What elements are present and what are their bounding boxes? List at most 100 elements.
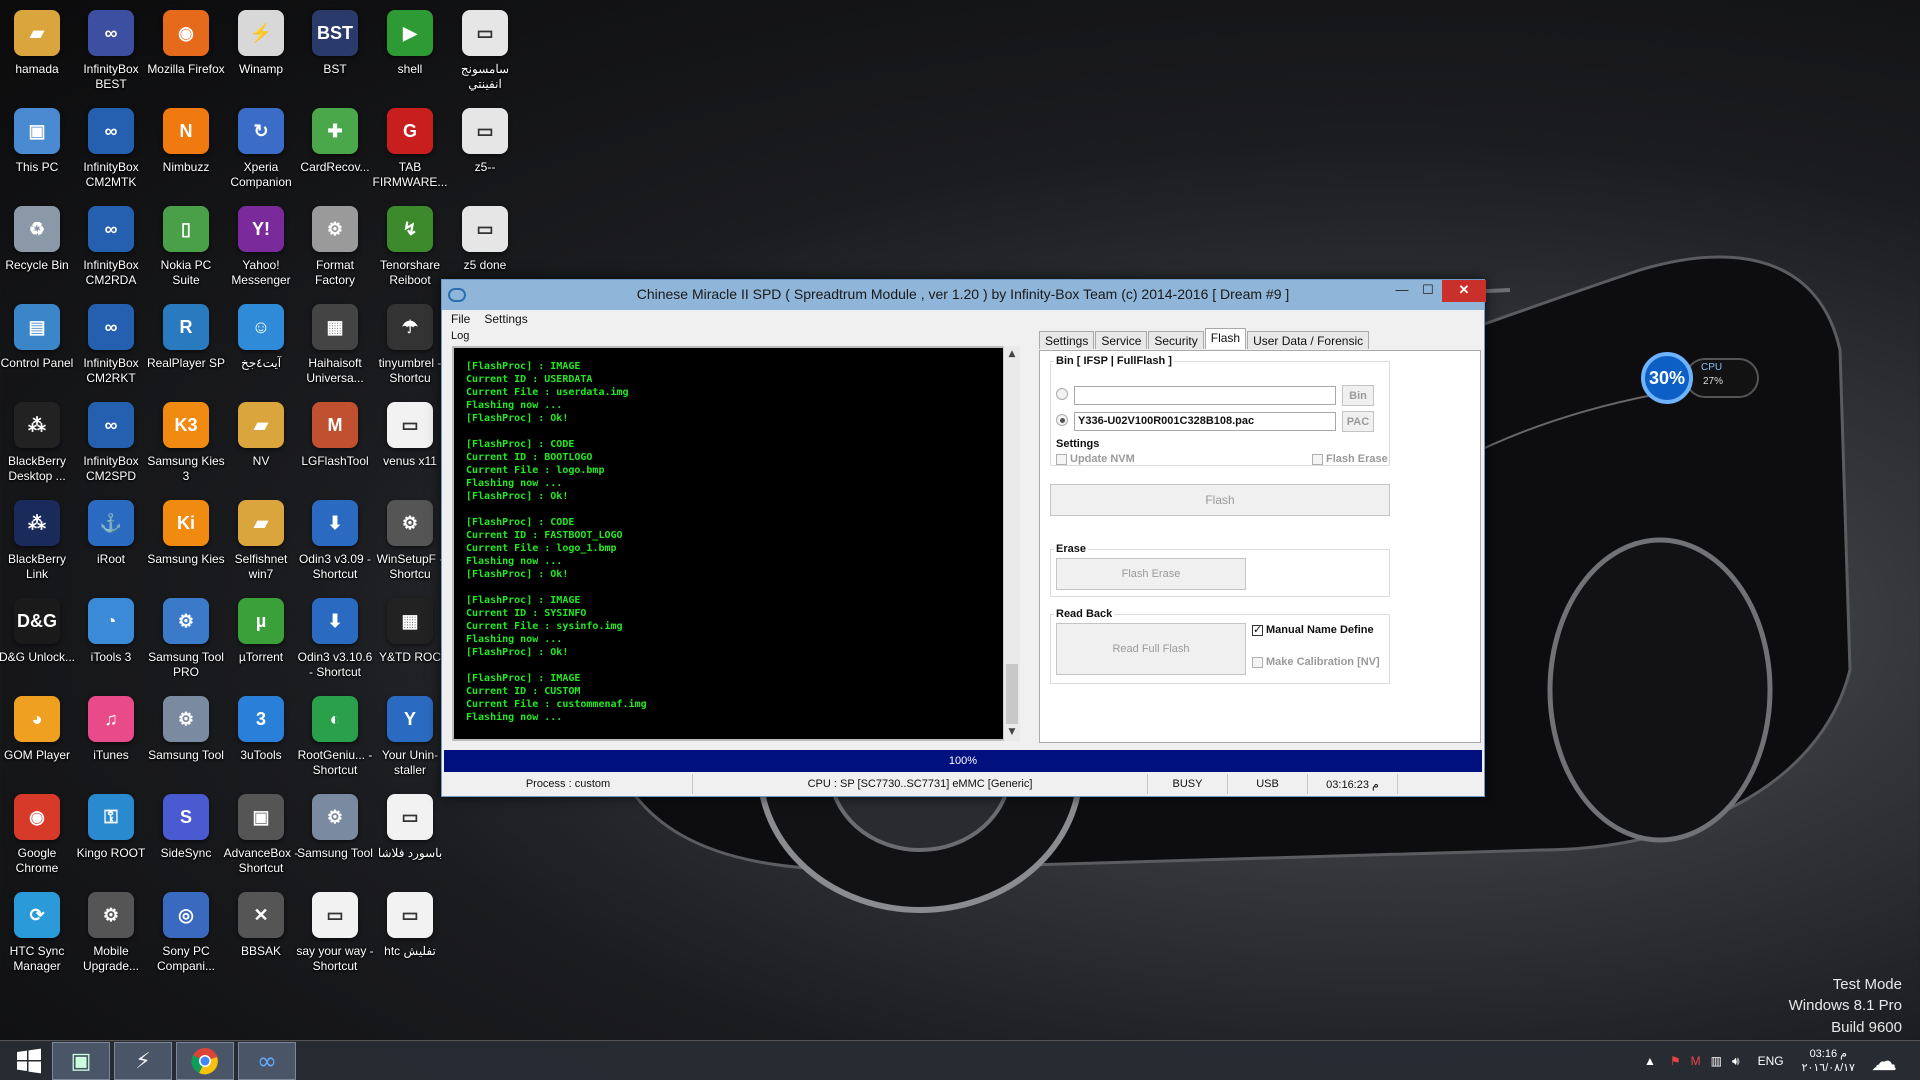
taskbar-tool-app[interactable]: ▣ <box>52 1042 110 1080</box>
desktop-icon[interactable]: ∞ InfinityBox CM2RKT <box>74 296 148 394</box>
tray-clock[interactable]: 03:16 م ٢٠١٦/٠٨/١٧ <box>1802 1047 1855 1075</box>
tray-language[interactable]: ENG <box>1758 1054 1784 1068</box>
desktop-icon[interactable]: ⚙ Samsung Tool PRO <box>148 590 224 688</box>
desktop-icon[interactable]: ⚙ Mobile Upgrade... <box>74 884 148 982</box>
desktop-icon[interactable]: ▦ Haihaisoft Universa... <box>298 296 372 394</box>
desktop-icon[interactable]: D&G D&G Unlock... <box>0 590 75 688</box>
desktop-icon[interactable]: Ki Samsung Kies <box>147 492 225 590</box>
tray-network-icon[interactable]: ▥ <box>1711 1054 1722 1068</box>
desktop-icon[interactable]: ▶ shell <box>373 2 447 100</box>
bin-path-field[interactable] <box>1074 386 1336 405</box>
maximize-button[interactable]: ☐ <box>1414 280 1442 302</box>
desktop-icon[interactable]: ▦ Y&TD ROC <box>373 590 447 688</box>
start-button[interactable] <box>0 1042 58 1080</box>
desktop-icon[interactable]: Y Your Unin-staller <box>373 688 447 786</box>
desktop-icon[interactable]: ∞ InfinityBox BEST <box>74 2 148 100</box>
scroll-thumb[interactable] <box>1006 664 1018 724</box>
desktop-icon[interactable]: BST BST <box>298 2 372 100</box>
flash-erase-checkbox[interactable] <box>1312 454 1323 465</box>
taskbar-chrome-app[interactable] <box>176 1042 234 1080</box>
desktop-icon[interactable]: ✕ BBSAK <box>224 884 298 982</box>
tab-user-data[interactable]: User Data / Forensic <box>1247 331 1370 349</box>
weather-cloud-icon[interactable]: ☁ <box>1871 1046 1897 1077</box>
scroll-down-icon[interactable]: ▼ <box>1004 724 1020 741</box>
desktop-icon[interactable]: N Nimbuzz <box>149 100 223 198</box>
desktop-icon[interactable]: ▭ باسورد فلاشا <box>373 786 447 884</box>
desktop-icon[interactable]: ▤ Control Panel <box>0 296 74 394</box>
desktop-icon[interactable]: ⚙ Samsung Tool <box>297 786 373 884</box>
desktop-icon[interactable]: ♫ iTunes <box>74 688 148 786</box>
desktop-icon[interactable]: ◔ iTools 3 <box>74 590 148 688</box>
tab-service[interactable]: Service <box>1095 331 1148 349</box>
pac-button[interactable]: PAC <box>1342 411 1374 432</box>
desktop-icon[interactable]: ▣ This PC <box>0 100 74 198</box>
desktop-icon[interactable]: ▰ NV <box>224 394 298 492</box>
tray-expand-icon[interactable]: ▲ <box>1644 1054 1656 1068</box>
desktop-icon[interactable]: ∞ InfinityBox CM2RDA <box>74 198 148 296</box>
desktop-icon[interactable]: µ µTorrent <box>224 590 298 688</box>
tab-security[interactable]: Security <box>1148 331 1204 349</box>
desktop-icon[interactable]: ♻ Recycle Bin <box>0 198 74 296</box>
desktop-icon[interactable]: M LGFlashTool <box>298 394 372 492</box>
tray-app-icon[interactable]: M <box>1691 1054 1701 1068</box>
minimize-button[interactable]: — <box>1388 280 1416 302</box>
tab-flash[interactable]: Flash <box>1204 328 1247 349</box>
desktop-icon[interactable]: ∞ InfinityBox CM2SPD <box>74 394 148 492</box>
log-scrollbar[interactable]: ▲ ▼ <box>1003 346 1020 741</box>
desktop-icon[interactable]: ▭ say your way - Shortcut <box>296 884 374 982</box>
desktop-icon[interactable]: R RealPlayer SP <box>147 296 225 394</box>
scroll-up-icon[interactable]: ▲ <box>1004 346 1020 363</box>
read-full-flash-button[interactable]: Read Full Flash <box>1056 623 1246 675</box>
update-nvm-checkbox[interactable] <box>1056 454 1067 465</box>
desktop-icon[interactable]: ◕ GOM Player <box>0 688 74 786</box>
desktop-icon[interactable]: ▭ سامسونج انفينتي <box>448 2 522 100</box>
cpu-gadget[interactable]: 30% CPU 27% <box>1641 352 1761 404</box>
flash-erase-button[interactable]: Flash Erase <box>1056 558 1246 590</box>
desktop-icon[interactable]: ↯ Tenorshare Reiboot <box>373 198 447 296</box>
desktop-icon[interactable]: ▯ Nokia PC Suite <box>149 198 223 296</box>
desktop-icon[interactable]: ▰ hamada <box>0 2 74 100</box>
log-output[interactable]: [FlashProc] : IMAGE Current ID : USERDATA… <box>452 346 1012 741</box>
desktop-icon[interactable]: K3 Samsung Kies 3 <box>147 394 225 492</box>
desktop-icon[interactable]: 3 3uTools <box>224 688 298 786</box>
pac-path-field[interactable]: Y336-U02V100R001C328B108.pac <box>1074 412 1336 431</box>
bin-radio[interactable] <box>1056 388 1068 400</box>
make-calibration-checkbox[interactable] <box>1252 657 1263 668</box>
menu-file[interactable]: File <box>451 312 470 326</box>
desktop-icon[interactable]: ▣ AdvanceBox - Shortcut <box>224 786 298 884</box>
flash-button[interactable]: Flash <box>1050 484 1390 516</box>
desktop-icon[interactable]: ⁂ BlackBerry Desktop ... <box>0 394 74 492</box>
tray-flag-icon[interactable]: ⚑ <box>1670 1054 1681 1068</box>
bin-button[interactable]: Bin <box>1342 385 1374 406</box>
desktop-icon[interactable]: ☺ آيت٤جخ <box>224 296 298 394</box>
taskbar-winamp-app[interactable]: ⚡ <box>114 1042 172 1080</box>
desktop-icon[interactable]: ⚿ Kingo ROOT <box>74 786 148 884</box>
desktop-icon[interactable]: ✚ CardRecov... <box>298 100 372 198</box>
desktop-icon[interactable]: G TAB FIRMWARE... <box>373 100 447 198</box>
menu-settings[interactable]: Settings <box>484 312 527 326</box>
desktop-icon[interactable]: ⚙ Format Factory <box>298 198 372 296</box>
desktop-icon[interactable]: ↻ Xperia Companion <box>224 100 298 198</box>
desktop-icon[interactable]: ▭ z5-- <box>448 100 522 198</box>
window-titlebar[interactable]: Chinese Miracle II SPD ( Spreadtrum Modu… <box>442 280 1486 310</box>
desktop-icon[interactable]: ⬇ Odin3 v3.10.6 - Shortcut <box>298 590 372 688</box>
desktop-icon[interactable]: ⚙ WinSetupF - Shortcu <box>373 492 447 590</box>
desktop-icon[interactable]: ⟳ HTC Sync Manager <box>0 884 74 982</box>
close-button[interactable]: ✕ <box>1442 280 1486 302</box>
taskbar-infinitybox-app[interactable]: ∞ <box>238 1042 296 1080</box>
desktop-icon[interactable]: ▭ htc تفليش <box>373 884 447 982</box>
tray-volume-icon[interactable]: 🔊︎ <box>1732 1054 1740 1069</box>
desktop-icon[interactable]: Y! Yahoo! Messenger <box>224 198 298 296</box>
tab-settings[interactable]: Settings <box>1039 331 1095 349</box>
desktop-icon[interactable]: ⚓ iRoot <box>74 492 148 590</box>
desktop-icon[interactable]: ☂ tinyumbrel - Shortcu <box>373 296 447 394</box>
desktop-icon[interactable]: S SideSync <box>149 786 223 884</box>
desktop-icon[interactable]: ⁂ BlackBerry Link <box>0 492 74 590</box>
pac-radio[interactable] <box>1056 414 1068 426</box>
desktop-icon[interactable]: ⚙ Samsung Tool <box>148 688 224 786</box>
desktop-icon[interactable]: ⬇ Odin3 v3.09 - Shortcut <box>298 492 372 590</box>
desktop-icon[interactable]: ◎ Sony PC Compani... <box>149 884 223 982</box>
manual-name-checkbox[interactable] <box>1252 623 1263 636</box>
desktop-icon[interactable]: ◉ Google Chrome <box>0 786 74 884</box>
desktop-icon[interactable]: ◉ Mozilla Firefox <box>147 2 225 100</box>
